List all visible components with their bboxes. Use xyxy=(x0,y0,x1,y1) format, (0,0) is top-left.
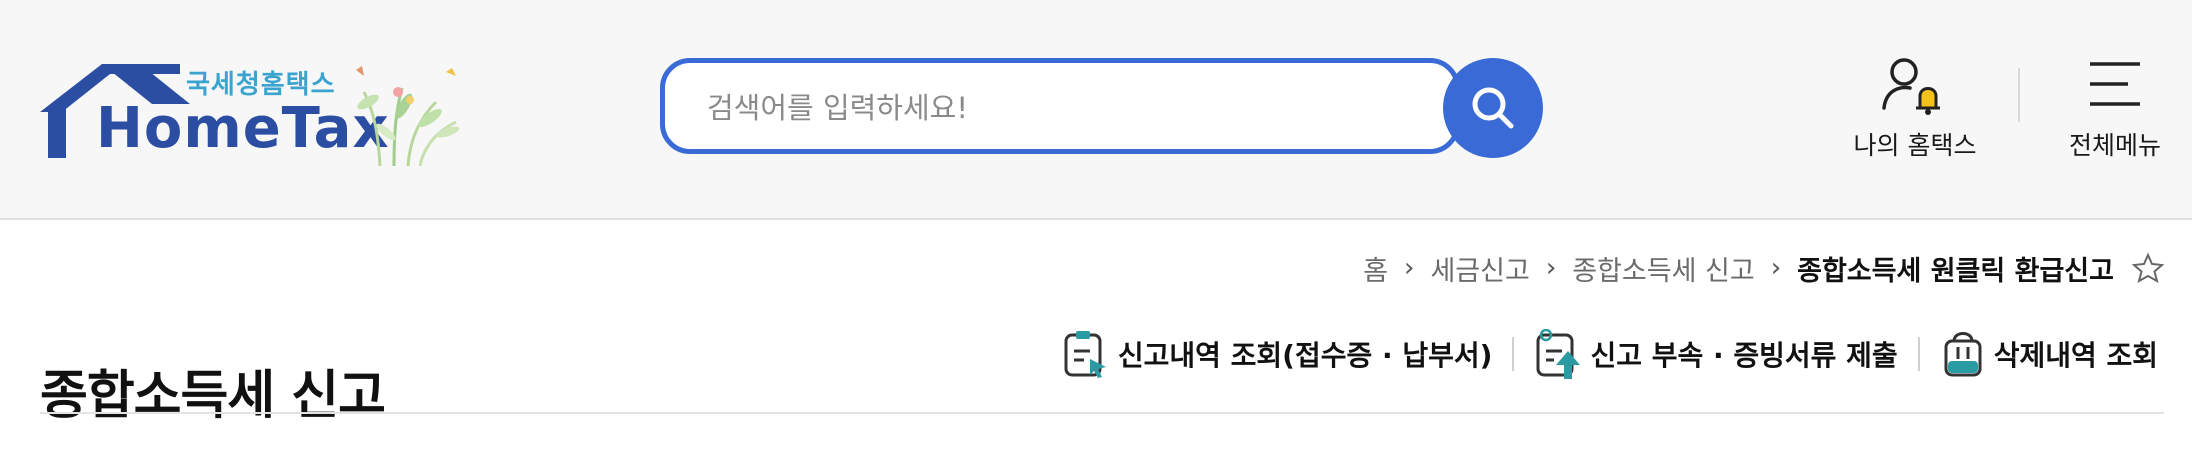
document-upload-icon xyxy=(1536,329,1581,379)
logo-wordmark: HomeTax xyxy=(96,96,390,161)
submit-documents-link[interactable]: 신고 부속 · 증빙서류 제출 xyxy=(1534,329,1898,379)
user-bell-icon xyxy=(1882,58,1940,115)
chevron-right-icon: › xyxy=(1545,253,1557,283)
chevron-right-icon: › xyxy=(1404,253,1415,283)
site-header: 국세청홈택스 HomeTax 검색어를 입력하세요! 나의 홈택스 전체메뉴 xyxy=(0,0,2192,220)
breadcrumb-current: 종합소득세 원클릭 환급신고 xyxy=(1797,255,2114,287)
filing-history-label: 신고내역 조회(접수증 · 납부서) xyxy=(1117,339,1493,372)
trash-bin-icon xyxy=(1944,332,1982,377)
breadcrumb-income-tax-filing[interactable]: 종합소득세 신고 xyxy=(1572,249,1754,288)
my-hometax-button[interactable]: 나의 홈택스 xyxy=(1840,52,1990,162)
star-icon[interactable] xyxy=(2132,252,2164,284)
action-divider xyxy=(1917,337,1920,371)
page-title: 종합소득세 신고 xyxy=(40,365,386,426)
plant-illustration xyxy=(356,66,460,166)
document-click-icon xyxy=(1064,331,1106,378)
header-divider xyxy=(2018,68,2020,122)
all-menu-label: 전체메뉴 xyxy=(2068,131,2161,160)
search-input[interactable] xyxy=(705,85,1329,131)
deleted-history-link[interactable]: 삭제내역 조회 xyxy=(1940,329,2158,379)
breadcrumb-home[interactable]: 홈 xyxy=(1363,249,1388,288)
filing-history-link[interactable]: 신고내역 조회(접수증 · 납부서) xyxy=(1062,329,1493,379)
page-actions: 신고내역 조회(접수증 · 납부서) 신고 부속 · 증빙서류 제출 삭제내역 … xyxy=(1062,326,2158,382)
my-hometax-label: 나의 홈택스 xyxy=(1853,131,1977,160)
search-button[interactable] xyxy=(1443,58,1543,158)
title-underline xyxy=(40,412,2164,414)
search-box xyxy=(660,58,1460,154)
submit-documents-label: 신고 부속 · 증빙서류 제출 xyxy=(1590,339,1898,372)
breadcrumb-tax-filing[interactable]: 세금신고 xyxy=(1430,249,1529,288)
chevron-right-icon: › xyxy=(1770,253,1782,283)
breadcrumb: 홈 › 세금신고 › 종합소득세 신고 › 종합소득세 원클릭 환급신고 xyxy=(1363,248,2164,288)
hamburger-icon xyxy=(2090,62,2140,106)
action-divider xyxy=(1512,337,1515,371)
hometax-logo[interactable]: 국세청홈택스 HomeTax xyxy=(40,60,480,170)
all-menu-button[interactable]: 전체메뉴 xyxy=(2060,52,2170,162)
search-icon xyxy=(1472,87,1514,129)
deleted-history-label: 삭제내역 조회 xyxy=(1993,339,2158,372)
